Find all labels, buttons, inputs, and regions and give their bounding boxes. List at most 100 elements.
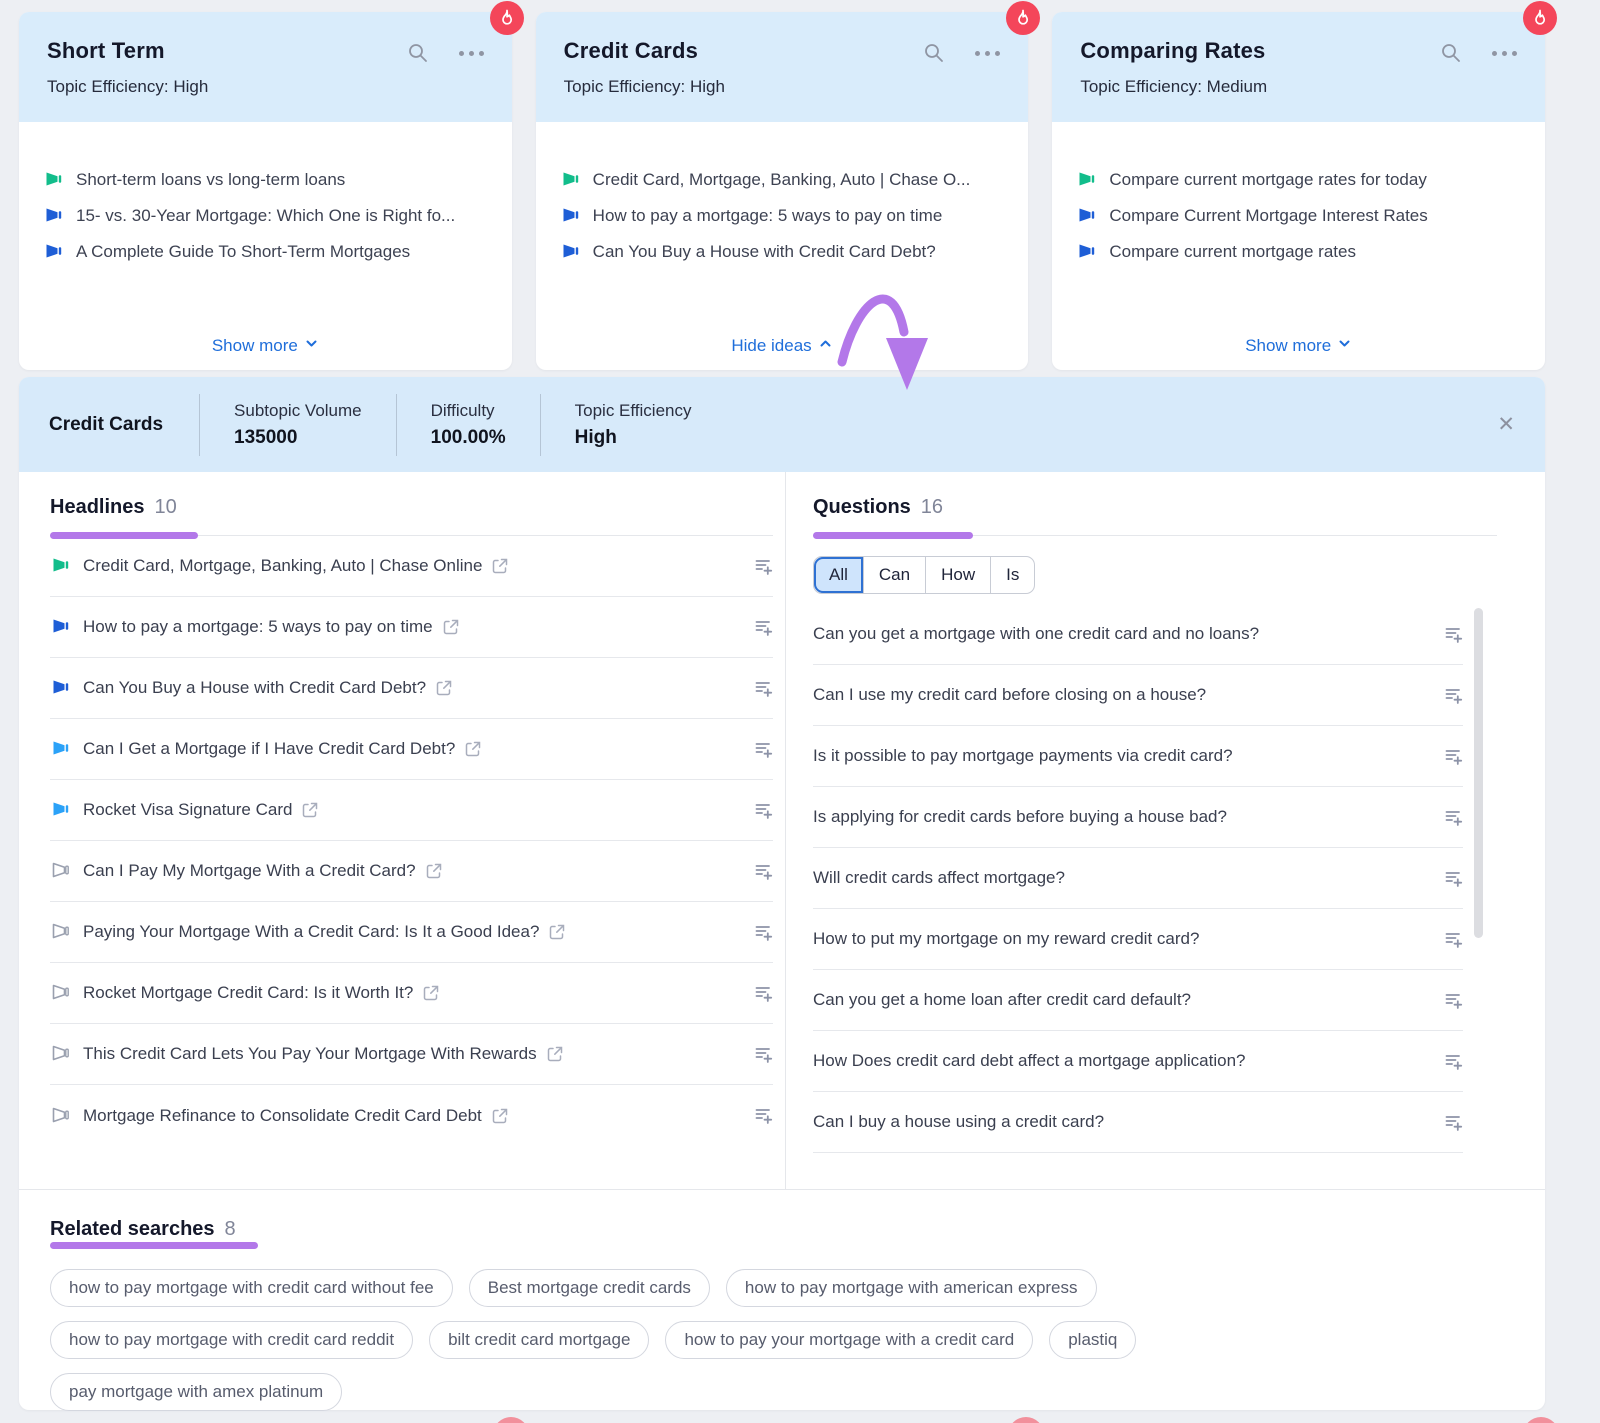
add-to-list-icon[interactable] xyxy=(754,1045,773,1064)
question-row: Is it possible to pay mortgage payments … xyxy=(813,726,1463,787)
subtopic-detail-panel: Credit Cards Subtopic Volume 135000 Diff… xyxy=(19,377,1545,1410)
external-link-icon[interactable] xyxy=(491,1107,509,1125)
card-header-icons xyxy=(1440,42,1517,64)
related-search-chip[interactable]: how to pay mortgage with american expres… xyxy=(726,1269,1097,1307)
headlines-list: Credit Card, Mortgage, Banking, Auto | C… xyxy=(50,536,773,1146)
questions-filter-tab[interactable]: How xyxy=(925,557,990,593)
related-search-chip[interactable]: plastiq xyxy=(1049,1321,1136,1359)
search-icon[interactable] xyxy=(923,42,945,64)
related-search-chip[interactable]: how to pay mortgage with credit card red… xyxy=(50,1321,413,1359)
external-link-icon[interactable] xyxy=(546,1045,564,1063)
add-to-list-icon[interactable] xyxy=(1444,747,1463,766)
related-search-chip[interactable]: pay mortgage with amex platinum xyxy=(50,1373,342,1411)
fire-badge-icon xyxy=(1523,1417,1559,1423)
add-to-list-icon[interactable] xyxy=(1444,991,1463,1010)
add-to-list-icon[interactable] xyxy=(754,557,773,576)
headline-text: Mortgage Refinance to Consolidate Credit… xyxy=(83,1106,482,1126)
add-to-list-icon[interactable] xyxy=(1444,686,1463,705)
add-to-list-icon[interactable] xyxy=(754,923,773,942)
megaphone-icon xyxy=(50,556,70,576)
close-icon[interactable]: ✕ xyxy=(1497,414,1515,435)
chevron-icon xyxy=(304,336,319,356)
megaphone-icon xyxy=(50,983,70,1003)
megaphone-icon xyxy=(1076,170,1096,190)
topic-efficiency-line: Topic Efficiency: High xyxy=(47,77,484,97)
more-options-icon[interactable] xyxy=(1492,51,1517,56)
external-link-icon[interactable] xyxy=(491,557,509,575)
add-to-list-icon[interactable] xyxy=(754,984,773,1003)
topic-card: Credit Cards Topic Efficiency: High Cred… xyxy=(536,12,1029,370)
questions-scrollbar[interactable] xyxy=(1474,608,1483,938)
add-to-list-icon[interactable] xyxy=(1444,808,1463,827)
headline-text: Credit Card, Mortgage, Banking, Auto | C… xyxy=(83,556,482,576)
related-chips: how to pay mortgage with credit card wit… xyxy=(50,1269,1340,1411)
card-footer-link[interactable]: Hide ideas xyxy=(536,336,1029,356)
headlines-section-header: Headlines 10 xyxy=(50,472,773,536)
question-row: Can I buy a house using a credit card? xyxy=(813,1092,1463,1153)
card-footer-label: Show more xyxy=(212,336,298,356)
external-link-icon[interactable] xyxy=(464,740,482,758)
detail-stats: Subtopic Volume 135000 Difficulty 100.00… xyxy=(199,394,725,456)
related-count: 8 xyxy=(225,1218,236,1241)
topic-efficiency-value: High xyxy=(173,77,208,96)
idea-row: Can You Buy a House with Credit Card Deb… xyxy=(560,242,1005,262)
related-search-chip[interactable]: how to pay your mortgage with a credit c… xyxy=(665,1321,1033,1359)
card-footer-link[interactable]: Show more xyxy=(19,336,512,356)
add-to-list-icon[interactable] xyxy=(1444,869,1463,888)
add-to-list-icon[interactable] xyxy=(754,1106,773,1125)
idea-row: How to pay a mortgage: 5 ways to pay on … xyxy=(560,206,1005,226)
card-footer-link[interactable]: Show more xyxy=(1052,336,1545,356)
question-text: How to put my mortgage on my reward cred… xyxy=(813,929,1199,949)
stat-label: Topic Efficiency xyxy=(575,401,692,421)
external-link-icon[interactable] xyxy=(301,801,319,819)
question-text: Is applying for credit cards before buyi… xyxy=(813,807,1227,827)
add-to-list-icon[interactable] xyxy=(1444,1052,1463,1071)
idea-row: Compare current mortgage rates for today xyxy=(1076,170,1521,190)
questions-filter-tab[interactable]: Is xyxy=(990,557,1034,593)
questions-filter-tab[interactable]: Can xyxy=(863,557,925,593)
external-link-icon[interactable] xyxy=(425,862,443,880)
headline-text: Can I Pay My Mortgage With a Credit Card… xyxy=(83,861,416,881)
external-link-icon[interactable] xyxy=(548,923,566,941)
search-icon[interactable] xyxy=(1440,42,1462,64)
headline-row: Mortgage Refinance to Consolidate Credit… xyxy=(50,1085,773,1146)
idea-text: Can You Buy a House with Credit Card Deb… xyxy=(593,242,936,262)
headline-text: Rocket Mortgage Credit Card: Is it Worth… xyxy=(83,983,413,1003)
idea-row: Compare Current Mortgage Interest Rates xyxy=(1076,206,1521,226)
search-icon[interactable] xyxy=(407,42,429,64)
add-to-list-icon[interactable] xyxy=(1444,1113,1463,1132)
external-link-icon[interactable] xyxy=(442,618,460,636)
related-search-chip[interactable]: bilt credit card mortgage xyxy=(429,1321,649,1359)
questions-filter-tab[interactable]: All xyxy=(814,557,863,593)
add-to-list-icon[interactable] xyxy=(754,740,773,759)
megaphone-icon xyxy=(560,170,580,190)
headline-row: This Credit Card Lets You Pay Your Mortg… xyxy=(50,1024,773,1085)
headline-text: This Credit Card Lets You Pay Your Mortg… xyxy=(83,1044,537,1064)
megaphone-icon xyxy=(43,206,63,226)
idea-text: Compare Current Mortgage Interest Rates xyxy=(1109,206,1427,226)
question-text: Will credit cards affect mortgage? xyxy=(813,868,1065,888)
idea-row: Credit Card, Mortgage, Banking, Auto | C… xyxy=(560,170,1005,190)
external-link-icon[interactable] xyxy=(435,679,453,697)
card-header-icons xyxy=(407,42,484,64)
add-to-list-icon[interactable] xyxy=(754,862,773,881)
megaphone-icon xyxy=(560,206,580,226)
purple-underline xyxy=(813,532,973,539)
stat-value: High xyxy=(575,427,692,449)
megaphone-icon xyxy=(43,170,63,190)
more-options-icon[interactable] xyxy=(459,51,484,56)
card-ideas: Compare current mortgage rates for today… xyxy=(1052,122,1545,262)
add-to-list-icon[interactable] xyxy=(754,801,773,820)
add-to-list-icon[interactable] xyxy=(754,618,773,637)
related-search-chip[interactable]: Best mortgage credit cards xyxy=(469,1269,710,1307)
more-options-icon[interactable] xyxy=(975,51,1000,56)
add-to-list-icon[interactable] xyxy=(1444,930,1463,949)
external-link-icon[interactable] xyxy=(422,984,440,1002)
megaphone-icon xyxy=(50,739,70,759)
headline-row: Rocket Visa Signature Card xyxy=(50,780,773,841)
related-search-chip[interactable]: how to pay mortgage with credit card wit… xyxy=(50,1269,453,1307)
stat-value: 100.00% xyxy=(431,427,506,449)
add-to-list-icon[interactable] xyxy=(1444,625,1463,644)
topic-research-page: Short Term Topic Efficiency: High Short-… xyxy=(0,0,1600,1423)
add-to-list-icon[interactable] xyxy=(754,679,773,698)
